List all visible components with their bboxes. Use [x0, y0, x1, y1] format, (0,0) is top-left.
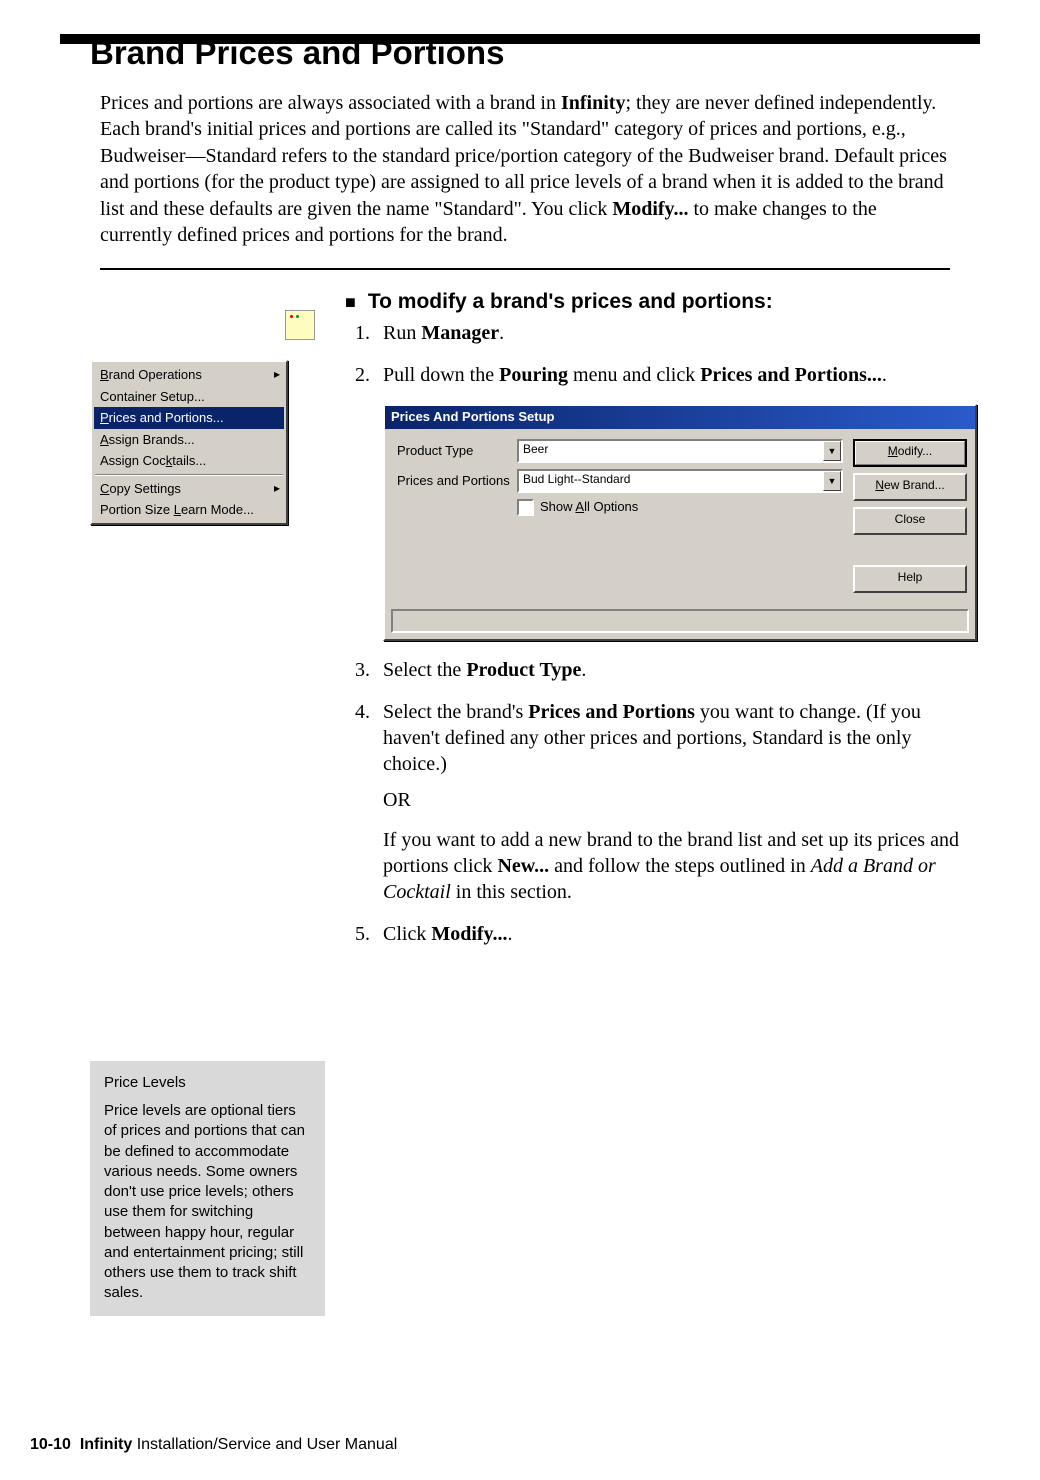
prices-portions-value: Bud Light--Standard: [519, 471, 823, 491]
step4-after-mid: and follow the steps outlined in: [549, 855, 811, 877]
step4-after-post: in this section.: [451, 881, 572, 903]
close-label: Close: [895, 512, 926, 526]
step5-post: .: [507, 923, 512, 945]
prices-portions-label: Prices and Portions: [397, 473, 517, 490]
step4-bold2: New...: [497, 855, 549, 877]
help-label: Help: [898, 570, 923, 584]
step2-pre: Pull down the: [383, 364, 499, 386]
help-button[interactable]: Help: [853, 565, 967, 593]
step3-pre: Select the: [383, 659, 466, 681]
step4-after: If you want to add a new brand to the br…: [383, 827, 977, 905]
step3-post: .: [581, 659, 586, 681]
task-bullet-icon: ■: [345, 292, 356, 312]
section-rule: [100, 268, 950, 270]
chevron-down-icon[interactable]: ▼: [823, 441, 841, 461]
task-heading: ■ To modify a brand's prices and portions…: [345, 290, 977, 314]
new-brand-button[interactable]: New Brand...: [853, 473, 967, 501]
steps-list: Run Manager. Pull down the Pouring menu …: [345, 320, 977, 947]
intro-paragraph: Prices and portions are always associate…: [100, 90, 950, 248]
product-name: Infinity: [80, 1436, 132, 1453]
step3-bold: Product Type: [466, 659, 581, 681]
product-type-dropdown[interactable]: Beer ▼: [517, 439, 843, 463]
menu-item-brand-operations[interactable]: Brand Operations: [94, 364, 284, 386]
step-3: Select the Product Type.: [375, 657, 977, 683]
product-type-label: Product Type: [397, 443, 517, 460]
intro-text: Prices and portions are always associate…: [100, 92, 561, 114]
task-heading-text: To modify a brand's prices and portions:: [368, 290, 773, 313]
menu-separator: [95, 474, 283, 476]
step2-post: .: [882, 364, 887, 386]
intro-bold1: Infinity: [561, 92, 625, 114]
step5-bold: Modify...: [431, 923, 507, 945]
step5-pre: Click: [383, 923, 431, 945]
menu-item-prices-portions[interactable]: Prices and Portions...: [94, 407, 284, 429]
chevron-down-icon[interactable]: ▼: [823, 471, 841, 491]
intro-bold2: Modify...: [612, 198, 688, 220]
prices-portions-dialog: Prices And Portions Setup Product Type B…: [383, 404, 977, 641]
step-2: Pull down the Pouring menu and click Pri…: [375, 362, 977, 641]
step4-bold1: Prices and Portions: [528, 701, 695, 723]
step4-or: OR: [383, 787, 977, 813]
dialog-title-bar: Prices And Portions Setup: [385, 406, 975, 429]
menu-item-assign-brands[interactable]: Assign Brands...: [94, 429, 284, 451]
manual-title: Installation/Service and User Manual: [137, 1436, 398, 1453]
close-button[interactable]: Close: [853, 507, 967, 535]
step1-bold: Manager: [421, 322, 499, 344]
page-number: 10-10: [30, 1436, 71, 1453]
note-title: Price Levels: [104, 1073, 311, 1093]
modify-button[interactable]: Modify...: [853, 439, 967, 467]
menu-item-container-setup[interactable]: Container Setup...: [94, 386, 284, 408]
step-4: Select the brand's Prices and Portions y…: [375, 699, 977, 905]
price-levels-note: Price Levels Price levels are optional t…: [90, 1061, 325, 1316]
menu-item-assign-cocktails[interactable]: Assign Cocktails...: [94, 450, 284, 472]
pouring-menu: Brand Operations Container Setup... Pric…: [90, 360, 288, 525]
page-footer: 10-10 Infinity Installation/Service and …: [30, 1436, 397, 1454]
step1-pre: Run: [383, 322, 421, 344]
header-rule: [60, 34, 980, 44]
status-bar: [391, 609, 969, 633]
show-all-checkbox[interactable]: [517, 499, 534, 516]
step2-bold1: Pouring: [499, 364, 568, 386]
show-all-label: Show All Options: [540, 499, 638, 516]
prices-portions-dropdown[interactable]: Bud Light--Standard ▼: [517, 469, 843, 493]
menu-item-copy-settings[interactable]: Copy Settings: [94, 478, 284, 500]
step4-pre: Select the brand's: [383, 701, 528, 723]
menu-item-portion-learn[interactable]: Portion Size Learn Mode...: [94, 499, 284, 521]
product-type-value: Beer: [519, 441, 823, 461]
sticky-note-icon: [285, 310, 315, 340]
step2-mid: menu and click: [568, 364, 700, 386]
step2-bold2: Prices and Portions...: [700, 364, 882, 386]
step1-post: .: [499, 322, 504, 344]
step-5: Click Modify....: [375, 921, 977, 947]
note-body: Price levels are optional tiers of price…: [104, 1101, 311, 1304]
step-1: Run Manager.: [375, 320, 977, 346]
